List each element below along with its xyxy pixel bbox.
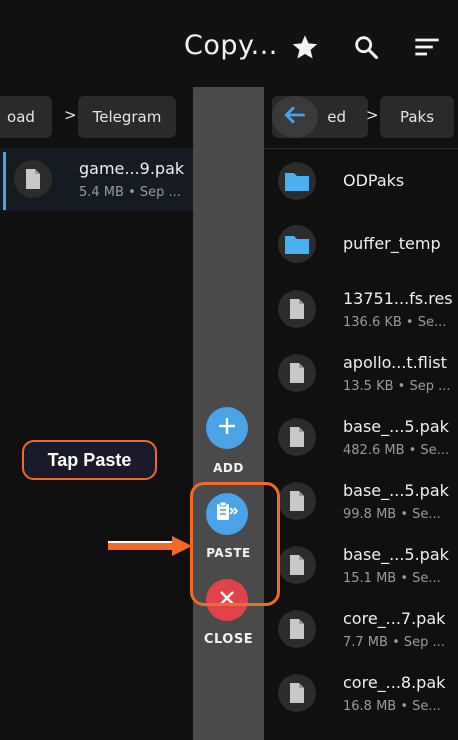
right-breadcrumb: ed > Paks	[264, 96, 458, 140]
right-file-list: ODPaks puffer_temp 13751...fs.res 136.6 …	[264, 148, 458, 740]
close-label: CLOSE	[203, 632, 254, 647]
file-meta: 13.5 KB • Sep ...	[343, 379, 451, 394]
file-icon	[278, 546, 316, 584]
left-breadcrumb: oad > Telegram	[0, 96, 193, 140]
file-name: base_...5.pak	[343, 481, 449, 500]
file-icon	[278, 674, 316, 712]
add-button[interactable]	[206, 407, 248, 449]
add-label: ADD	[213, 461, 244, 475]
back-button[interactable]	[272, 96, 318, 138]
file-meta: 99.8 MB • Se...	[343, 507, 441, 522]
list-item[interactable]: apollo...t.flist 13.5 KB • Sep ...	[264, 342, 458, 405]
top-app-bar: Copy...	[0, 0, 458, 92]
file-name: game...9.pak	[79, 159, 185, 178]
list-item[interactable]: puffer_temp	[264, 213, 458, 276]
file-name: core_...8.pak	[343, 673, 446, 692]
pointer-arrow-icon	[108, 536, 192, 556]
plus-icon	[217, 416, 237, 440]
star-icon[interactable]	[291, 33, 319, 61]
file-name: core_...7.pak	[343, 609, 446, 628]
list-item[interactable]: base_...5.pak 482.6 MB • Se...	[264, 406, 458, 469]
breadcrumb-paks[interactable]: Paks	[380, 96, 454, 138]
file-name: puffer_temp	[343, 234, 441, 253]
breadcrumb-separator: >	[366, 106, 379, 124]
file-icon	[278, 482, 316, 520]
arrow-left-icon	[282, 102, 308, 132]
page-title: Copy...	[184, 30, 278, 61]
folder-icon	[278, 225, 316, 263]
breadcrumb-download[interactable]: oad	[0, 96, 52, 138]
breadcrumb-telegram[interactable]: Telegram	[78, 96, 176, 138]
file-meta: 5.4 MB • Sep ...	[79, 185, 181, 200]
file-meta: 136.6 KB • Se...	[343, 315, 447, 330]
file-name: 13751...fs.res	[343, 289, 453, 308]
file-icon	[278, 354, 316, 392]
file-meta: 482.6 MB • Se...	[343, 443, 450, 458]
file-icon	[278, 610, 316, 648]
file-name: base_...5.pak	[343, 417, 449, 436]
list-item[interactable]: core_...7.pak 7.7 MB • Sep ...	[264, 598, 458, 661]
breadcrumb-separator: >	[64, 106, 77, 124]
tutorial-callout: Tap Paste	[22, 440, 157, 480]
file-name: ODPaks	[343, 171, 405, 190]
list-item[interactable]: base_...5.pak 15.1 MB • Se...	[264, 534, 458, 597]
list-item[interactable]: game...9.pak 5.4 MB • Sep ...	[0, 148, 193, 211]
sort-icon[interactable]	[413, 33, 441, 61]
list-item[interactable]: 13751...fs.res 136.6 KB • Se...	[264, 278, 458, 341]
search-icon[interactable]	[352, 33, 380, 61]
file-icon	[278, 418, 316, 456]
file-name: base_...5.pak	[343, 545, 449, 564]
file-meta: 7.7 MB • Sep ...	[343, 635, 445, 650]
file-name: apollo...t.flist	[343, 353, 447, 372]
selection-indicator	[3, 152, 6, 210]
file-meta: 15.1 MB • Se...	[343, 571, 441, 586]
list-item[interactable]: ODPaks	[264, 150, 458, 213]
file-icon	[278, 290, 316, 328]
folder-icon	[278, 162, 316, 200]
file-meta: 16.8 MB • Se...	[343, 699, 441, 714]
paste-highlight-box	[190, 482, 280, 606]
action-strip: ADD PASTE CLOSE	[193, 87, 264, 740]
list-item[interactable]: core_...8.pak 16.8 MB • Se...	[264, 662, 458, 725]
file-icon	[14, 160, 52, 198]
list-item[interactable]: base_...5.pak 99.8 MB • Se...	[264, 470, 458, 533]
